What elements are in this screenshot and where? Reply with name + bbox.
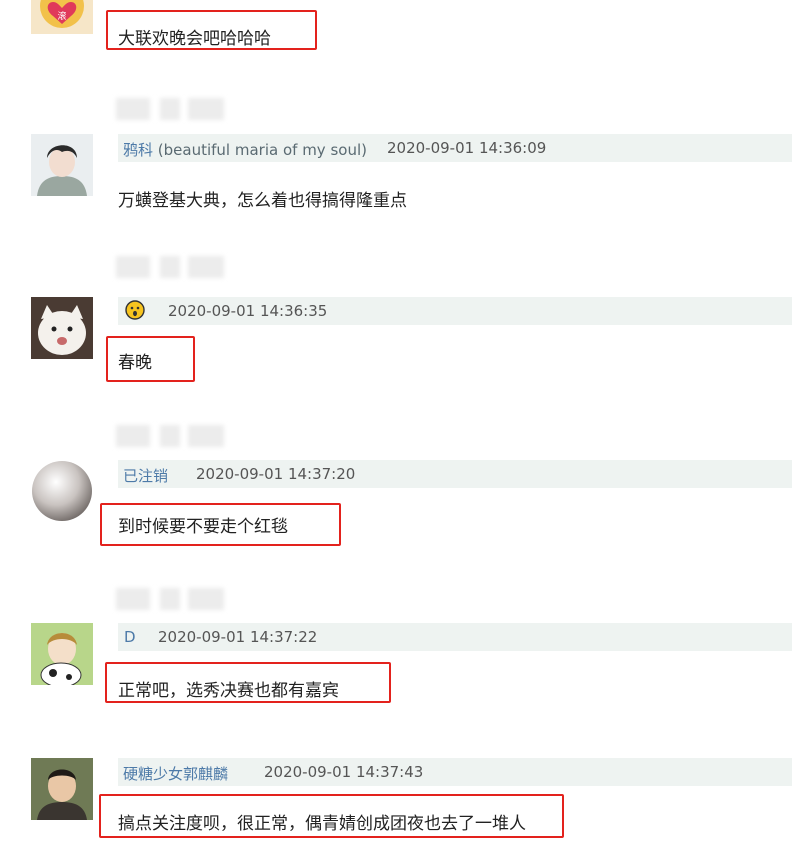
blurred-reply-area [116, 425, 224, 447]
username[interactable]: 鸦科 (beautiful maria of my soul) [123, 139, 367, 160]
comment-meta: D 2020-09-01 14:37:22 [118, 623, 792, 651]
username[interactable]: 硬糖少女郭麒麟 [123, 763, 228, 784]
timestamp: 2020-09-01 14:37:20 [196, 465, 356, 483]
surprised-emoji-icon[interactable] [125, 300, 145, 320]
avatar[interactable] [31, 758, 93, 820]
comment-content: 万蟥登基大典，怎么着也得搞得隆重点 [118, 191, 407, 211]
comment-meta: 鸦科 (beautiful maria of my soul) 2020-09-… [118, 134, 792, 162]
blurred-reply-area [116, 588, 224, 610]
comment-meta: 2020-09-01 14:36:35 [118, 297, 792, 325]
highlight-box [100, 503, 341, 546]
timestamp: 2020-09-01 14:36:35 [168, 302, 328, 320]
timestamp: 2020-09-01 14:36:09 [387, 139, 547, 157]
timestamp: 2020-09-01 14:37:43 [264, 763, 424, 781]
username-remark: (beautiful maria of my soul) [157, 141, 367, 159]
highlight-box [99, 794, 564, 838]
highlight-box [106, 336, 195, 382]
avatar[interactable] [31, 460, 93, 522]
avatar[interactable]: 滚 [31, 0, 93, 34]
username[interactable]: 已注销 [123, 465, 168, 486]
avatar[interactable] [31, 623, 93, 685]
highlight-box [106, 10, 317, 50]
anime-boy-avatar [31, 134, 93, 196]
pearl-avatar [31, 460, 93, 522]
avatar[interactable] [31, 297, 93, 359]
comment-meta: 硬糖少女郭麒麟 2020-09-01 14:37:43 [118, 758, 792, 786]
highlight-box [105, 662, 391, 703]
timestamp: 2020-09-01 14:37:22 [158, 628, 318, 646]
blurred-reply-area [116, 98, 224, 120]
white-cat-avatar [31, 297, 93, 359]
svg-text:滚: 滚 [57, 10, 66, 22]
heart-sticker-avatar: 滚 [31, 0, 93, 34]
comment-meta: 已注销 2020-09-01 14:37:20 [118, 460, 792, 488]
avatar[interactable] [31, 134, 93, 196]
anime-cow-avatar [31, 623, 93, 685]
username[interactable]: D [124, 628, 136, 646]
blurred-reply-area [116, 256, 224, 278]
person-photo-avatar [31, 758, 93, 820]
